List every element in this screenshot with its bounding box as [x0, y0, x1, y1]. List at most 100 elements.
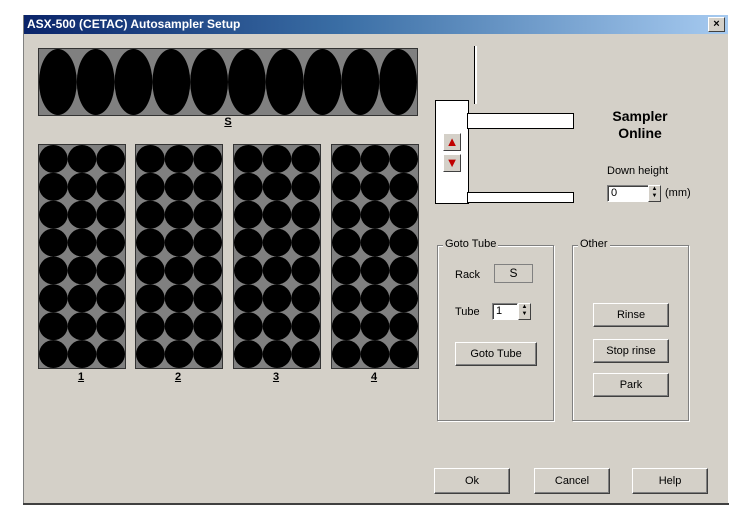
rack-1-tube[interactable]: [39, 228, 68, 257]
rack-3-tube[interactable]: [262, 284, 292, 313]
rack-4-tube[interactable]: [360, 284, 390, 313]
rack-2-tube[interactable]: [164, 340, 194, 368]
rack-3-tube[interactable]: [234, 312, 263, 341]
title-bar[interactable]: ASX-500 (CETAC) Autosampler Setup ×: [24, 15, 728, 34]
rack-2-tube[interactable]: [164, 228, 194, 257]
rack-standards-tube[interactable]: [341, 49, 380, 115]
goto-tube-button[interactable]: Goto Tube: [455, 342, 537, 366]
stop-rinse-button[interactable]: Stop rinse: [593, 339, 669, 363]
rack-4-tube[interactable]: [332, 312, 361, 341]
rack-3-tube[interactable]: [234, 172, 263, 201]
rack-3-tube[interactable]: [234, 340, 263, 368]
rack-standards-tube[interactable]: [76, 49, 115, 115]
rack-standards-tube[interactable]: [228, 49, 266, 115]
rinse-button[interactable]: Rinse: [593, 303, 669, 327]
rack-1-tube[interactable]: [67, 200, 97, 229]
rack-1-tube[interactable]: [39, 256, 68, 285]
probe-up-button[interactable]: ▲: [443, 133, 461, 151]
rack-4-tube[interactable]: [389, 284, 418, 313]
rack-2-tube[interactable]: [136, 312, 165, 341]
park-button[interactable]: Park: [593, 373, 669, 397]
rack-2-tube[interactable]: [164, 145, 194, 173]
rack-4-tube[interactable]: [360, 200, 390, 229]
rack-2-tube[interactable]: [136, 284, 165, 313]
rack-3-tube[interactable]: [291, 228, 320, 257]
rack-standards-tube[interactable]: [265, 49, 304, 115]
rack-4-tube[interactable]: [360, 312, 390, 341]
rack-4-tube[interactable]: [389, 312, 418, 341]
rack-2-tube[interactable]: [136, 228, 165, 257]
rack-3-tube[interactable]: [234, 284, 263, 313]
rack-1-tube[interactable]: [39, 145, 68, 173]
rack-1-tube[interactable]: [67, 284, 97, 313]
rack-standards-tube[interactable]: [379, 49, 417, 115]
rack-4-tube[interactable]: [332, 145, 361, 173]
rack-2-tube[interactable]: [193, 228, 222, 257]
rack-3-tube[interactable]: [234, 145, 263, 173]
rack-4-tube[interactable]: [389, 145, 418, 173]
rack-3-tube[interactable]: [291, 256, 320, 285]
rack-standards-tube[interactable]: [114, 49, 153, 115]
rack-3-tube[interactable]: [234, 256, 263, 285]
rack-standards-tube[interactable]: [190, 49, 229, 115]
rack-1-tube[interactable]: [67, 172, 97, 201]
rack-4-tube[interactable]: [360, 340, 390, 368]
rack-2[interactable]: [135, 144, 223, 369]
rack-2-tube[interactable]: [193, 145, 222, 173]
rack-1-tube[interactable]: [96, 172, 125, 201]
rack-3-tube[interactable]: [262, 312, 292, 341]
rack-4-tube[interactable]: [332, 256, 361, 285]
rack-standards[interactable]: [38, 48, 418, 116]
rack-1-tube[interactable]: [39, 340, 68, 368]
rack-2-tube[interactable]: [136, 256, 165, 285]
rack-2-tube[interactable]: [193, 200, 222, 229]
rack-2-tube[interactable]: [193, 172, 222, 201]
rack-standards-tube[interactable]: [39, 49, 77, 115]
rack-2-tube[interactable]: [164, 284, 194, 313]
rack-2-tube[interactable]: [164, 172, 194, 201]
rack-4-tube[interactable]: [332, 228, 361, 257]
rack-4-tube[interactable]: [360, 172, 390, 201]
rack-1-tube[interactable]: [39, 312, 68, 341]
ok-button[interactable]: Ok: [434, 468, 510, 494]
rack-3-tube[interactable]: [262, 256, 292, 285]
rack-1-tube[interactable]: [96, 284, 125, 313]
close-button[interactable]: ×: [708, 17, 725, 32]
rack-4-tube[interactable]: [332, 172, 361, 201]
rack-1-tube[interactable]: [96, 312, 125, 341]
rack-4-tube[interactable]: [389, 200, 418, 229]
tube-number-input[interactable]: 1: [492, 303, 518, 320]
rack-2-tube[interactable]: [136, 172, 165, 201]
help-button[interactable]: Help: [632, 468, 708, 494]
rack-1-tube[interactable]: [96, 228, 125, 257]
rack-2-tube[interactable]: [136, 145, 165, 173]
probe-down-button[interactable]: ▼: [443, 154, 461, 172]
rack-2-tube[interactable]: [164, 200, 194, 229]
rack-2-tube[interactable]: [193, 256, 222, 285]
rack-4-tube[interactable]: [360, 256, 390, 285]
rack-2-tube[interactable]: [136, 340, 165, 368]
rack-1-tube[interactable]: [96, 145, 125, 173]
rack-3-tube[interactable]: [291, 172, 320, 201]
cancel-button[interactable]: Cancel: [534, 468, 610, 494]
rack-2-tube[interactable]: [164, 312, 194, 341]
rack-3-tube[interactable]: [262, 200, 292, 229]
rack-2-tube[interactable]: [193, 312, 222, 341]
rack-3-tube[interactable]: [291, 312, 320, 341]
rack-4-tube[interactable]: [389, 340, 418, 368]
rack-3-tube[interactable]: [291, 145, 320, 173]
rack-3-tube[interactable]: [234, 200, 263, 229]
rack-2-tube[interactable]: [193, 284, 222, 313]
rack-4-tube[interactable]: [332, 200, 361, 229]
rack-1-tube[interactable]: [67, 145, 97, 173]
rack-3-tube[interactable]: [234, 228, 263, 257]
rack-1-tube[interactable]: [39, 172, 68, 201]
rack-3-tube[interactable]: [291, 284, 320, 313]
rack-4-tube[interactable]: [360, 228, 390, 257]
rack-4-tube[interactable]: [332, 284, 361, 313]
rack-1-tube[interactable]: [67, 256, 97, 285]
down-height-input[interactable]: 0: [607, 185, 649, 202]
rack-3-tube[interactable]: [262, 145, 292, 173]
rack-1-tube[interactable]: [96, 340, 125, 368]
rack-2-tube[interactable]: [193, 340, 222, 368]
